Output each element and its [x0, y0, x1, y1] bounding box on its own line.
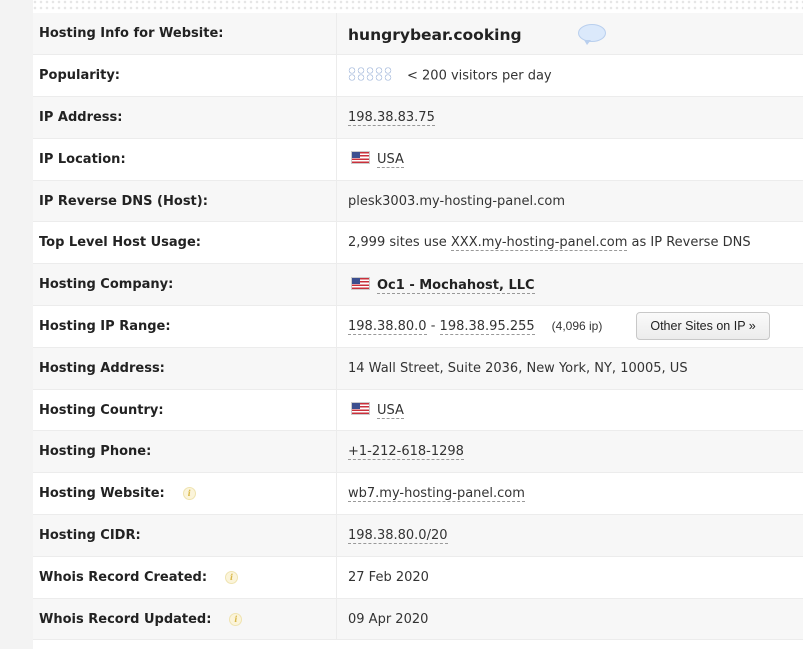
info-icon[interactable]: i	[182, 487, 196, 501]
host-usage-suffix: as IP Reverse DNS	[627, 235, 751, 251]
popularity-text: < 200 visitors per day	[407, 68, 552, 84]
hosting-company-link[interactable]: Oc1 - Mochahost, LLC	[377, 277, 535, 294]
hosting-phone-link[interactable]: +1-212-618-1298	[348, 444, 464, 461]
comment-bubble-icon[interactable]	[577, 23, 606, 45]
ip-count: (4,096 ip)	[551, 318, 603, 333]
row-value-website: hungrybear.cooking	[336, 13, 803, 56]
host-usage-prefix: 2,999 sites use	[348, 235, 451, 251]
whois-updated-value: 09 Apr 2020	[336, 598, 803, 641]
table-row: Hosting Info for Website: hungrybear.coo…	[33, 13, 803, 56]
top-dotted-border	[33, 0, 803, 10]
table-row: Hosting Country: USA	[33, 389, 803, 432]
whois-created-value: 27 Feb 2020	[336, 556, 803, 599]
row-label-top-level-host: Top Level Host Usage:	[33, 221, 337, 265]
row-label-hosting-country: Hosting Country:	[33, 389, 337, 432]
row-label-hosting-phone: Hosting Phone:	[33, 430, 337, 474]
row-label-website: Hosting Info for Website:	[33, 13, 337, 56]
ip-range-separator: -	[426, 318, 440, 334]
row-label-whois-updated: Whois Record Updated:	[39, 611, 212, 627]
row-label-reverse-dns: IP Reverse DNS (Host):	[33, 180, 337, 223]
table-row: Top Level Host Usage: 2,999 sites use XX…	[33, 221, 803, 265]
other-sites-on-ip-button[interactable]: Other Sites on IP »	[636, 312, 770, 341]
hosting-website-link[interactable]: wb7.my-hosting-panel.com	[348, 486, 525, 503]
hosting-country-link[interactable]: USA	[377, 403, 404, 420]
hosting-info-table: Hosting Info for Website: hungrybear.coo…	[33, 13, 803, 641]
table-row: Hosting CIDR: 198.38.80.0/20	[33, 514, 803, 557]
row-label-whois-created: Whois Record Created:	[39, 569, 208, 585]
info-icon[interactable]: i	[229, 612, 243, 626]
website-name[interactable]: hungrybear.cooking	[348, 26, 522, 44]
table-row: Whois Record Updated: i 09 Apr 2020	[33, 598, 803, 641]
table-row: Hosting Address: 14 Wall Street, Suite 2…	[33, 347, 803, 390]
row-label-ip-location: IP Location:	[33, 138, 337, 181]
table-row: IP Reverse DNS (Host): plesk3003.my-host…	[33, 180, 803, 223]
hosting-address-value: 14 Wall Street, Suite 2036, New York, NY…	[336, 347, 803, 390]
table-row: Popularity: < 200 visitors per day	[33, 54, 803, 98]
reverse-dns-value: plesk3003.my-hosting-panel.com	[336, 180, 803, 223]
hosting-cidr-link[interactable]: 198.38.80.0/20	[348, 527, 448, 544]
ip-range-start-link[interactable]: 198.38.80.0	[348, 318, 427, 335]
row-label-popularity: Popularity:	[33, 54, 337, 98]
us-flag-icon	[351, 276, 370, 290]
host-usage-link[interactable]: XXX.my-hosting-panel.com	[450, 235, 628, 252]
us-flag-icon	[351, 151, 370, 165]
row-label-hosting-website: Hosting Website:	[39, 486, 165, 502]
table-row: IP Location: USA	[33, 138, 803, 181]
table-row: Hosting Company: Oc1 - Mochahost, LLC	[33, 263, 803, 307]
row-value-popularity: < 200 visitors per day	[336, 54, 803, 98]
table-row: Hosting Website: i wb7.my-hosting-panel.c…	[33, 472, 803, 516]
left-gutter	[0, 0, 33, 649]
row-label-ip-address: IP Address:	[33, 96, 337, 139]
table-row: Hosting Phone: +1-212-618-1298	[33, 430, 803, 474]
row-label-ip-range: Hosting IP Range:	[33, 305, 337, 348]
popularity-rating-icon	[348, 66, 393, 85]
table-row: Hosting IP Range: 198.38.80.0 - 198.38.9…	[33, 305, 803, 348]
ip-range-end-link[interactable]: 198.38.95.255	[439, 318, 535, 335]
ip-location-link[interactable]: USA	[377, 152, 404, 169]
info-icon[interactable]: i	[225, 570, 239, 584]
row-label-hosting-cidr: Hosting CIDR:	[33, 514, 337, 557]
row-label-hosting-company: Hosting Company:	[33, 263, 337, 307]
table-row: IP Address: 198.38.83.75	[33, 96, 803, 139]
row-label-hosting-address: Hosting Address:	[33, 347, 337, 390]
us-flag-icon	[351, 402, 370, 416]
ip-address-link[interactable]: 198.38.83.75	[348, 109, 435, 126]
table-row: Whois Record Created: i 27 Feb 2020	[33, 556, 803, 599]
